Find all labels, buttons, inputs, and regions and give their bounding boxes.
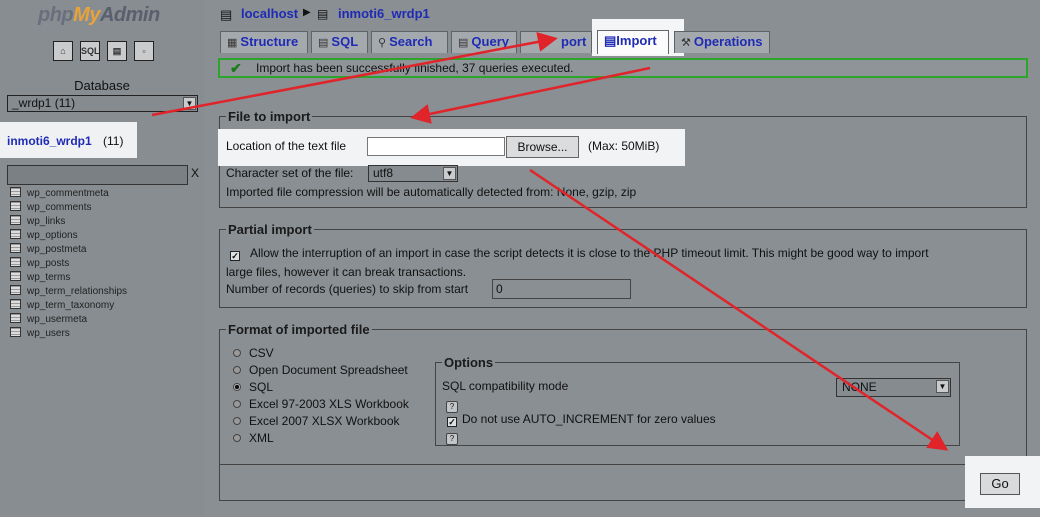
tab-query[interactable]: ▤ Query	[451, 31, 517, 53]
table-icon[interactable]	[10, 201, 21, 211]
fieldset-divider	[219, 464, 1027, 465]
format-option-xlsx[interactable]: Excel 2007 XLSX Workbook	[233, 414, 400, 428]
format-option-csv[interactable]: CSV	[233, 346, 274, 360]
partial-import-legend: Partial import	[226, 222, 314, 237]
options-legend: Options	[442, 355, 496, 370]
table-icon[interactable]	[10, 299, 21, 309]
sidebar-table-label[interactable]: wp_commentmeta	[27, 188, 109, 199]
sidebar-table-label[interactable]: wp_links	[27, 216, 65, 227]
sidebar-table-item[interactable]: wp_term_relationships	[10, 285, 127, 299]
table-icon[interactable]	[10, 215, 21, 225]
sql-icon[interactable]: SQL	[80, 41, 100, 61]
format-option-ods[interactable]: Open Document Spreadsheet	[233, 363, 408, 377]
max-size-note: (Max: 50MiB)	[588, 139, 660, 153]
breadcrumb-database[interactable]: inmoti6_wrdp1	[338, 6, 430, 21]
table-icon[interactable]	[10, 271, 21, 281]
success-message: ✔ Import has been successfully finished, …	[218, 58, 1028, 78]
sidebar-table-label[interactable]: wp_users	[27, 328, 70, 339]
sidebar-table-item[interactable]: wp_terms	[10, 271, 70, 285]
sidebar-table-label[interactable]: wp_posts	[27, 258, 69, 269]
help-icon[interactable]: ?	[446, 397, 458, 413]
sql-icon: ▤	[318, 37, 329, 49]
no-auto-increment-label: Do not use AUTO_INCREMENT for zero value…	[462, 412, 716, 426]
table-icon[interactable]	[10, 243, 21, 253]
current-db-table-count: (11)	[103, 134, 124, 148]
query-icon: ▤	[458, 37, 469, 49]
format-legend: Format of imported file	[226, 322, 372, 337]
tab-operations[interactable]: ⚒ Operations	[674, 31, 770, 53]
sidebar-table-item[interactable]: wp_usermeta	[10, 313, 87, 327]
table-filter-input[interactable]	[7, 165, 188, 185]
sidebar-table-item[interactable]: wp_options	[10, 229, 78, 243]
options-fieldset	[435, 362, 960, 446]
breadcrumb-server[interactable]: localhost	[241, 6, 298, 21]
tab-sql[interactable]: ▤ SQL	[311, 31, 368, 53]
chevron-down-icon: ▼	[183, 97, 196, 110]
format-option-sql[interactable]: SQL	[233, 380, 273, 394]
server-icon: ▤	[220, 7, 233, 22]
sidebar-table-label[interactable]: wp_options	[27, 230, 78, 241]
database-label: Database	[74, 78, 130, 93]
browse-button[interactable]: Browse...	[506, 136, 579, 158]
go-button[interactable]: Go	[980, 473, 1020, 495]
sidebar-table-item[interactable]: wp_commentmeta	[10, 187, 109, 201]
home-icon[interactable]: ⌂	[53, 41, 73, 61]
clear-filter-button[interactable]: X	[191, 166, 199, 180]
checkmark-icon: ✔	[230, 60, 242, 76]
sidebar-table-item[interactable]: wp_links	[10, 215, 65, 229]
operations-icon: ⚒	[681, 37, 691, 49]
sql-compat-select[interactable]: NONE ▼	[836, 378, 951, 397]
sidebar-table-label[interactable]: wp_usermeta	[27, 314, 87, 325]
charset-select[interactable]: utf8 ▼	[368, 165, 458, 182]
sidebar-table-label[interactable]: wp_postmeta	[27, 244, 86, 255]
database-select[interactable]: _wrdp1 (11) ▼	[7, 95, 198, 112]
compression-note: Imported file compression will be automa…	[226, 185, 637, 199]
table-icon[interactable]	[10, 229, 21, 239]
current-db-link[interactable]: inmoti6_wrdp1	[7, 134, 92, 148]
import-icon: ▤	[604, 33, 617, 48]
file-import-legend: File to import	[226, 109, 313, 124]
structure-icon: ▦	[227, 37, 238, 49]
skip-queries-input[interactable]: 0	[492, 279, 631, 299]
sidebar-table-item[interactable]: wp_users	[10, 327, 70, 341]
allow-interrupt-label-cont: large files, however it can break transa…	[226, 265, 467, 279]
query-window-icon[interactable]: ▤	[107, 41, 127, 61]
breadcrumb-separator-icon: ▶	[303, 7, 311, 18]
allow-interrupt-label: Allow the interruption of an import in c…	[250, 246, 929, 260]
format-option-xls[interactable]: Excel 97-2003 XLS Workbook	[233, 397, 409, 411]
table-icon[interactable]	[10, 187, 21, 197]
chevron-down-icon: ▼	[936, 380, 949, 393]
chevron-down-icon: ▼	[443, 167, 456, 180]
sidebar-table-item[interactable]: wp_comments	[10, 201, 91, 215]
database-icon: ▤	[317, 7, 329, 21]
file-input[interactable]	[367, 137, 505, 156]
format-option-xml[interactable]: XML	[233, 431, 274, 445]
search-icon: ⚲	[378, 37, 387, 49]
sidebar-table-label[interactable]: wp_comments	[27, 202, 91, 213]
sidebar-table-label[interactable]: wp_terms	[27, 272, 70, 283]
tab-structure[interactable]: ▦ Structure	[220, 31, 308, 53]
charset-label: Character set of the file:	[226, 166, 354, 180]
phpmyadmin-logo[interactable]: phpMyAdmin	[38, 4, 160, 27]
no-auto-increment-checkbox[interactable]: ✓	[447, 413, 457, 428]
sidebar-table-item[interactable]: wp_postmeta	[10, 243, 86, 257]
table-icon[interactable]	[10, 327, 21, 337]
sidebar-table-label[interactable]: wp_term_taxonomy	[27, 300, 114, 311]
tab-import[interactable]: ▤Import	[597, 30, 669, 54]
table-icon[interactable]	[10, 285, 21, 295]
sql-compat-label: SQL compatibility mode	[442, 379, 569, 393]
help-icon[interactable]: ?	[446, 429, 458, 445]
allow-interrupt-checkbox[interactable]: ✓	[230, 247, 240, 262]
tab-export[interactable]: port	[520, 31, 592, 53]
docs-icon[interactable]: ▫	[134, 41, 154, 61]
sidebar-table-label[interactable]: wp_term_relationships	[27, 286, 127, 297]
tab-search[interactable]: ⚲ Search	[371, 31, 448, 53]
skip-label: Number of records (queries) to skip from…	[226, 282, 469, 296]
location-label: Location of the text file	[226, 139, 347, 153]
table-icon[interactable]	[10, 257, 21, 267]
sidebar-table-item[interactable]: wp_term_taxonomy	[10, 299, 114, 313]
table-icon[interactable]	[10, 313, 21, 323]
sidebar-table-item[interactable]: wp_posts	[10, 257, 69, 271]
